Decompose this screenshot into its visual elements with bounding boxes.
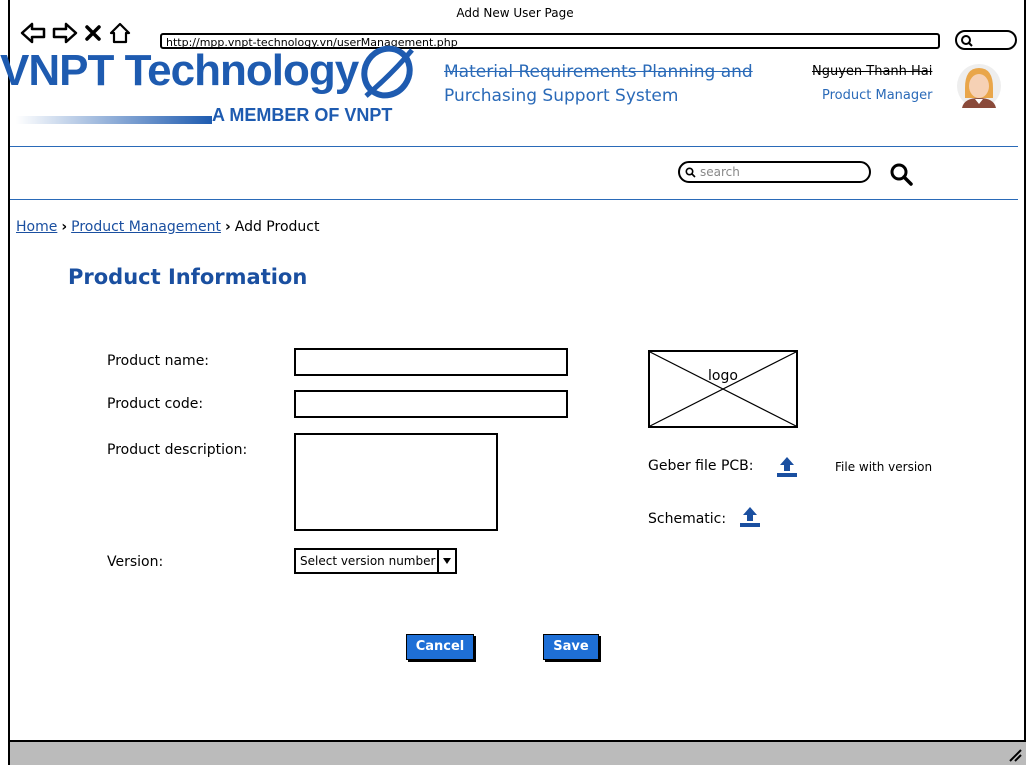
browser-search[interactable] (955, 30, 1017, 50)
chevron-down-icon[interactable] (437, 550, 455, 572)
product-name-label: Product name: (107, 353, 210, 369)
gerber-file-label: Geber file PCB: (648, 458, 754, 474)
user-name: Nguyen Thanh Hai (812, 64, 933, 79)
resize-icon[interactable] (1006, 746, 1022, 762)
product-name-input[interactable] (294, 348, 568, 376)
upload-icon[interactable] (775, 455, 799, 479)
brand-logo-text: VNPT Technology (0, 46, 359, 95)
brand-swoosh-icon (361, 45, 414, 99)
browser-window (8, 0, 1026, 765)
search-icon (685, 167, 696, 178)
avatar[interactable] (956, 62, 1002, 110)
brand-tagline: A MEMBER OF VNPT (212, 105, 393, 125)
product-description-textarea[interactable] (294, 433, 498, 531)
save-button[interactable]: Save (543, 634, 599, 660)
breadcrumb-home[interactable]: Home (16, 219, 57, 235)
product-code-input[interactable] (294, 390, 568, 418)
toolbar-divider (10, 199, 1018, 200)
window-title: Add New User Page (456, 6, 574, 20)
browser-nav (20, 22, 132, 44)
logo-placeholder-label: logo (708, 368, 738, 384)
brand-bar (16, 116, 212, 124)
home-icon[interactable] (108, 22, 132, 44)
back-icon[interactable] (20, 22, 46, 44)
logo-image-placeholder[interactable]: logo (648, 350, 798, 428)
search-placeholder: search (700, 165, 740, 179)
user-role: Product Manager (822, 88, 933, 103)
system-title-line1: Material Requirements Planning and (444, 62, 753, 82)
forward-icon[interactable] (52, 22, 78, 44)
close-icon[interactable] (84, 24, 102, 42)
upload-icon[interactable] (738, 505, 762, 529)
version-select[interactable]: Select version number (294, 548, 457, 574)
product-code-label: Product code: (107, 396, 204, 412)
search-input[interactable]: search (678, 161, 871, 183)
breadcrumb: Home › Product Management › Add Product (16, 219, 319, 235)
header-divider (10, 146, 1018, 147)
chevron-right-icon: › (61, 219, 68, 235)
page-title: Product Information (68, 265, 308, 289)
cancel-button[interactable]: Cancel (406, 634, 474, 660)
version-select-value: Select version number (300, 554, 436, 568)
search-icon[interactable] (889, 162, 913, 186)
version-label: Version: (107, 554, 164, 570)
search-icon (961, 35, 973, 47)
system-title: Material Requirements Planning and Purch… (444, 60, 753, 108)
status-bar (10, 740, 1026, 765)
breadcrumb-product-management[interactable]: Product Management (71, 219, 221, 235)
chevron-right-icon: › (224, 219, 231, 235)
breadcrumb-current: Add Product (234, 219, 320, 235)
schematic-label: Schematic: (648, 511, 727, 527)
system-title-line2: Purchasing Support System (444, 86, 679, 106)
gerber-note: File with version (835, 460, 933, 474)
product-description-label: Product description: (107, 442, 248, 458)
